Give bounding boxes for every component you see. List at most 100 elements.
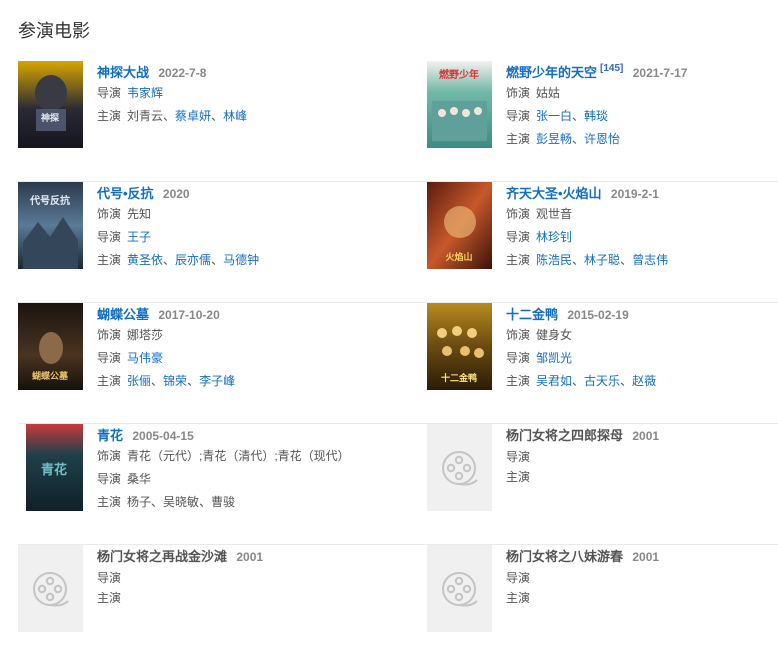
- director-link[interactable]: 马伟豪: [127, 351, 163, 365]
- role-label: 饰演: [506, 207, 531, 221]
- cast-name: 吴晓敏: [163, 495, 200, 509]
- movie-date: 2001: [236, 550, 264, 564]
- director-label: 导演: [97, 230, 122, 244]
- movie-date: 2015-02-19: [567, 308, 629, 322]
- citation-superscript[interactable]: [145]: [600, 63, 623, 74]
- movie-item: 杨门女将之八妹游春 2001 导演 主演: [427, 545, 767, 666]
- cast-link[interactable]: 古天乐: [584, 374, 620, 388]
- director-label: 导演: [97, 472, 122, 486]
- movie-poster[interactable]: 火焰山: [427, 182, 492, 269]
- role-value: 娜塔莎: [127, 328, 164, 342]
- role-label: 饰演: [97, 207, 122, 221]
- movie-title-link[interactable]: 十二金鸭: [506, 307, 558, 322]
- cast-link[interactable]: 吴君如: [536, 374, 572, 388]
- movie-date: 2005-04-15: [132, 429, 194, 443]
- movie-row: 蝴蝶公墓 蝴蝶公墓 2017-10-20 饰演 娜塔莎 导演 马伟豪 主演 张俪、锦荣…: [18, 303, 778, 424]
- cast-label: 主演: [506, 374, 531, 388]
- director-link[interactable]: 张一白: [536, 109, 572, 123]
- cast-link[interactable]: 张俪: [127, 374, 151, 388]
- movie-date: 2021-7-17: [632, 66, 688, 80]
- cast-link[interactable]: 辰亦儒: [175, 253, 211, 267]
- movie-poster[interactable]: 神探: [18, 61, 83, 148]
- role-value: 健身女: [536, 328, 573, 342]
- svg-text:神探: 神探: [41, 112, 60, 124]
- movie-poster[interactable]: 代号反抗: [18, 182, 83, 269]
- movie-item: 杨门女将之再战金沙滩 2001 导演 主演: [18, 545, 358, 666]
- movie-item: 杨门女将之四郎探母 2001 导演 主演: [427, 424, 767, 544]
- role-value: 先知: [127, 207, 152, 221]
- section-title: 参演电影: [18, 21, 90, 41]
- cast-link[interactable]: 蔡卓妍: [175, 109, 211, 123]
- movie-row: 代号反抗 代号•反抗 2020 饰演 先知 导演 王子 主演 黄圣依、辰亦儒、马德钟: [18, 182, 778, 303]
- cast-label: 主演: [97, 495, 122, 509]
- movie-poster[interactable]: 燃野少年: [427, 61, 492, 148]
- movie-item: 燃野少年 燃野少年的天空 [145] 2021-7-17 饰演 姑姑 导演 张一白、韩…: [427, 61, 767, 181]
- movie-poster[interactable]: 青花: [18, 424, 83, 511]
- director-link[interactable]: 韦家辉: [127, 86, 163, 100]
- movie-row: 神探 神探大战 2022-7-8 导演 韦家辉 主演 刘青云、蔡卓妍、林峰 燃野少年: [18, 61, 778, 182]
- movie-title-link[interactable]: 齐天大圣•火焰山: [506, 186, 602, 201]
- director-label: 导演: [97, 86, 122, 100]
- movie-title-link[interactable]: 代号•反抗: [97, 186, 154, 201]
- movie-poster[interactable]: 十二金鸭: [427, 303, 492, 390]
- director-label: 导演: [506, 450, 531, 464]
- movie-date: 2017-10-20: [158, 308, 220, 322]
- cast-link[interactable]: 锦荣: [163, 374, 187, 388]
- poster-placeholder: [427, 424, 492, 511]
- cast-link[interactable]: 许恩怡: [584, 132, 620, 146]
- movie-date: 2019-2-1: [610, 187, 659, 201]
- svg-text:蝴蝶公墓: 蝴蝶公墓: [32, 370, 69, 382]
- movie-date: 2001: [632, 550, 660, 564]
- movie-date: 2020: [162, 187, 190, 201]
- film-reel-icon: [442, 572, 478, 607]
- poster-placeholder: [18, 545, 83, 632]
- movie-title: 杨门女将之再战金沙滩: [97, 549, 228, 564]
- svg-text:燃野少年: 燃野少年: [439, 68, 479, 81]
- film-reel-icon: [33, 572, 69, 607]
- movie-poster[interactable]: 蝴蝶公墓: [18, 303, 83, 390]
- movie-title: 杨门女将之四郎探母: [506, 428, 624, 443]
- cast-label: 主演: [97, 253, 122, 267]
- cast-link[interactable]: 曾志伟: [632, 253, 668, 267]
- cast-link[interactable]: 马德钟: [223, 253, 259, 267]
- cast-link[interactable]: 林子聪: [584, 253, 620, 267]
- cast-link[interactable]: 李子峰: [199, 374, 235, 388]
- movie-title-link[interactable]: 神探大战: [97, 65, 149, 80]
- cast-name: 曹骏: [211, 495, 236, 509]
- movie-item: 火焰山 齐天大圣•火焰山 2019-2-1 饰演 观世音 导演 林珍钊 主演 陈浩民、…: [427, 182, 767, 302]
- cast-label: 主演: [97, 374, 122, 388]
- movie-title: 杨门女将之八妹游春: [506, 549, 624, 564]
- movie-item: 十二金鸭 十二金鸭 2015-02-19 饰演 健身女 导演 邹凯光 主演 吴君如、古…: [427, 303, 767, 423]
- cast-label: 主演: [506, 470, 531, 484]
- poster-placeholder: [427, 545, 492, 632]
- director-label: 导演: [97, 571, 122, 585]
- director-label: 导演: [506, 109, 531, 123]
- movie-title-link[interactable]: 燃野少年的天空: [506, 65, 597, 80]
- cast-link[interactable]: 黄圣依: [127, 253, 163, 267]
- role-label: 饰演: [97, 449, 122, 463]
- movie-item: 神探 神探大战 2022-7-8 导演 韦家辉 主演 刘青云、蔡卓妍、林峰: [18, 61, 358, 181]
- movie-date: 2001: [632, 429, 660, 443]
- director-link[interactable]: 韩琰: [584, 109, 608, 123]
- director-link[interactable]: 王子: [127, 230, 151, 244]
- movie-item: 代号反抗 代号•反抗 2020 饰演 先知 导演 王子 主演 黄圣依、辰亦儒、马德钟: [18, 182, 358, 302]
- cast-link[interactable]: 林峰: [223, 109, 247, 123]
- movie-date: 2022-7-8: [158, 66, 207, 80]
- role-label: 饰演: [97, 328, 122, 342]
- movie-title-link[interactable]: 青花: [97, 428, 123, 443]
- movie-row: 杨门女将之再战金沙滩 2001 导演 主演 杨门女将之八妹游春 2001 导演 …: [18, 545, 778, 666]
- director-label: 导演: [506, 230, 531, 244]
- cast-label: 主演: [97, 591, 122, 605]
- movie-row: 青花 青花 2005-04-15 饰演 青花（元代）;青花（清代）;青花（现代） …: [18, 424, 778, 545]
- cast-link[interactable]: 彭昱畅: [536, 132, 572, 146]
- cast-label: 主演: [506, 591, 531, 605]
- cast-label: 主演: [506, 132, 531, 146]
- director-name: 桑华: [127, 472, 152, 486]
- director-link[interactable]: 林珍钊: [536, 230, 572, 244]
- role-value: 姑姑: [536, 86, 561, 100]
- movie-title-link[interactable]: 蝴蝶公墓: [97, 307, 149, 322]
- director-label: 导演: [97, 351, 122, 365]
- director-link[interactable]: 邹凯光: [536, 351, 572, 365]
- cast-link[interactable]: 赵薇: [632, 374, 656, 388]
- cast-link[interactable]: 陈浩民: [536, 253, 572, 267]
